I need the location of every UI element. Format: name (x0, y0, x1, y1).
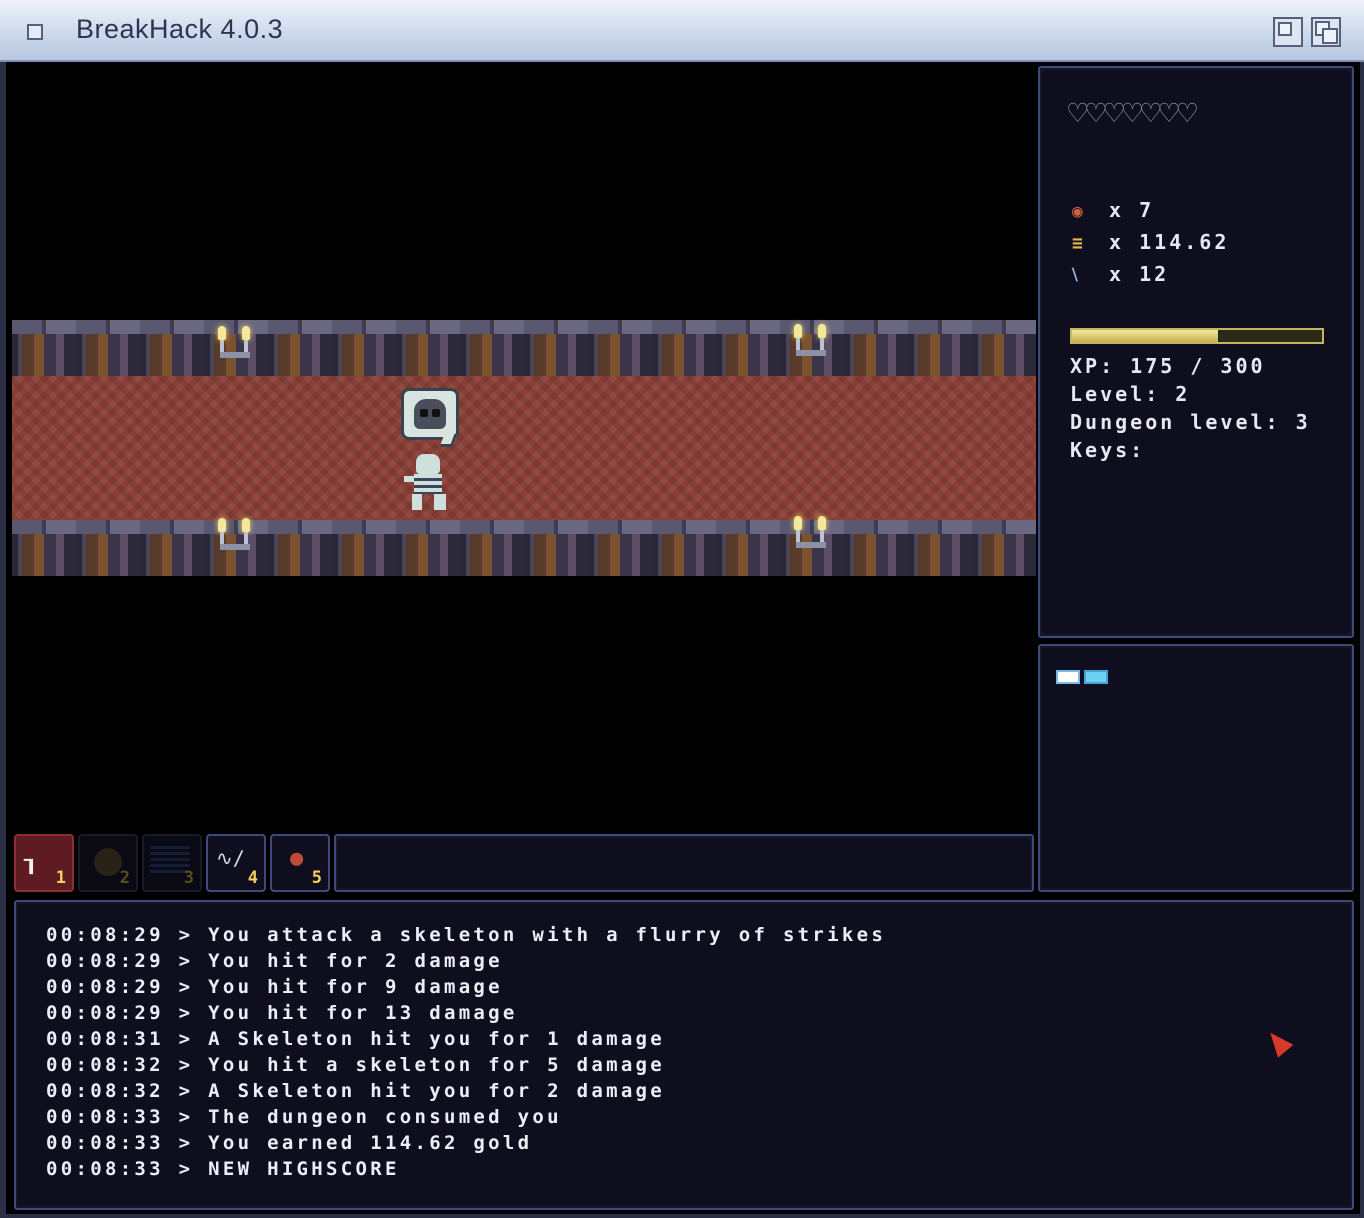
log-line: 00:08:29 > You attack a skeleton with a … (46, 924, 887, 946)
log-line: 00:08:31 > A Skeleton hit you for 1 dama… (46, 1028, 666, 1050)
xp-text: XP: 175 / 300 (1070, 354, 1266, 378)
hotbar-slot-4[interactable]: ∿∕ 4 (206, 834, 266, 892)
slot-number: 3 (183, 868, 194, 888)
collapse-window-button[interactable] (1311, 17, 1341, 47)
status-panel: ♡♡♡♡♡♡♡ ◉ x 7 ≡ x 114.62 ⧵ x 12 XP: 175 … (1038, 66, 1354, 638)
zoom-icon (1278, 22, 1292, 36)
skull-icon (414, 399, 446, 429)
player-skeleton-sprite (404, 454, 456, 512)
minimap-room-visited (1084, 670, 1108, 684)
slot-number: 4 (247, 868, 258, 888)
bomb-icon: ◉ (1072, 201, 1086, 222)
hotbar-slot-5[interactable]: ● 5 (270, 834, 330, 892)
slot-number: 5 (311, 868, 322, 888)
dungeon-wall-top (12, 320, 1036, 376)
log-line: 00:08:32 > You hit a skeleton for 5 dama… (46, 1054, 666, 1076)
dagger-count: x 12 (1109, 262, 1170, 286)
death-speech-bubble (401, 388, 459, 440)
candelabra-icon (212, 518, 256, 558)
xp-progress-fill (1072, 330, 1218, 342)
slot-number: 2 (119, 868, 130, 888)
level-text: Level: 2 (1070, 382, 1191, 406)
log-line: 00:08:29 > You hit for 2 damage (46, 950, 503, 972)
game-canvas[interactable]: ┒ 1 2 3 ∿∕ 4 ● 5 ♡♡♡♡♡♡♡ ◉ x 7 ≡ x 114.6… (6, 62, 1360, 1214)
window-title: BreakHack 4.0.3 (76, 14, 284, 44)
log-line: 00:08:32 > A Skeleton hit you for 2 dama… (46, 1080, 666, 1102)
zoom-window-button[interactable] (1273, 17, 1303, 47)
window-titlebar[interactable]: BreakHack 4.0.3 (0, 0, 1364, 62)
whip-dagger-icon: ∿∕ (216, 846, 245, 870)
bomb-count: x 7 (1109, 198, 1155, 222)
log-line: 00:08:29 > You hit for 9 damage (46, 976, 503, 998)
gold-count: x 114.62 (1109, 230, 1230, 254)
candelabra-icon (212, 326, 256, 366)
keys-text: Keys: (1070, 438, 1146, 462)
log-line: 00:08:33 > You earned 114.62 gold (46, 1132, 533, 1154)
gold-count-row: ≡ x 114.62 (1072, 230, 1229, 254)
dungeon-viewport[interactable] (6, 62, 1036, 832)
minimap-panel (1038, 644, 1354, 892)
candelabra-icon (788, 516, 832, 556)
bomb-count-row: ◉ x 7 (1072, 198, 1154, 222)
gold-coins-icon: ≡ (1072, 233, 1086, 254)
bomb-icon: ● (290, 846, 304, 871)
minimap-room-current (1056, 670, 1080, 684)
dagger-count-row: ⧵ x 12 (1072, 262, 1169, 286)
dungeon-level-text: Dungeon level: 3 (1070, 410, 1311, 434)
xp-progress-bar (1070, 328, 1324, 344)
message-log-panel: 00:08:29 > You attack a skeleton with a … (14, 900, 1354, 1210)
log-line: 00:08:33 > The dungeon consumed you (46, 1106, 562, 1128)
hotbar-slot-2[interactable]: 2 (78, 834, 138, 892)
slot-number: 1 (55, 868, 66, 888)
hotbar-slot-1[interactable]: ┒ 1 (14, 834, 74, 892)
dungeon-floor (12, 376, 1036, 520)
dungeon-wall-bottom (12, 520, 1036, 576)
shield-icon (94, 848, 122, 876)
hotbar-empty-area (334, 834, 1034, 892)
candelabra-icon (788, 324, 832, 364)
log-line: 00:08:33 > NEW HIGHSCORE (46, 1158, 400, 1180)
window-stack-icon-front (1322, 28, 1338, 44)
weapon-swing-icon: ┒ (24, 846, 39, 874)
message-log: 00:08:29 > You attack a skeleton with a … (46, 924, 886, 1184)
hotbar-slot-3[interactable]: 3 (142, 834, 202, 892)
dagger-icon: ⧵ (1072, 265, 1081, 286)
health-hearts: ♡♡♡♡♡♡♡ (1068, 94, 1197, 132)
log-line: 00:08:29 > You hit for 13 damage (46, 1002, 518, 1024)
close-window-button[interactable] (27, 24, 43, 40)
